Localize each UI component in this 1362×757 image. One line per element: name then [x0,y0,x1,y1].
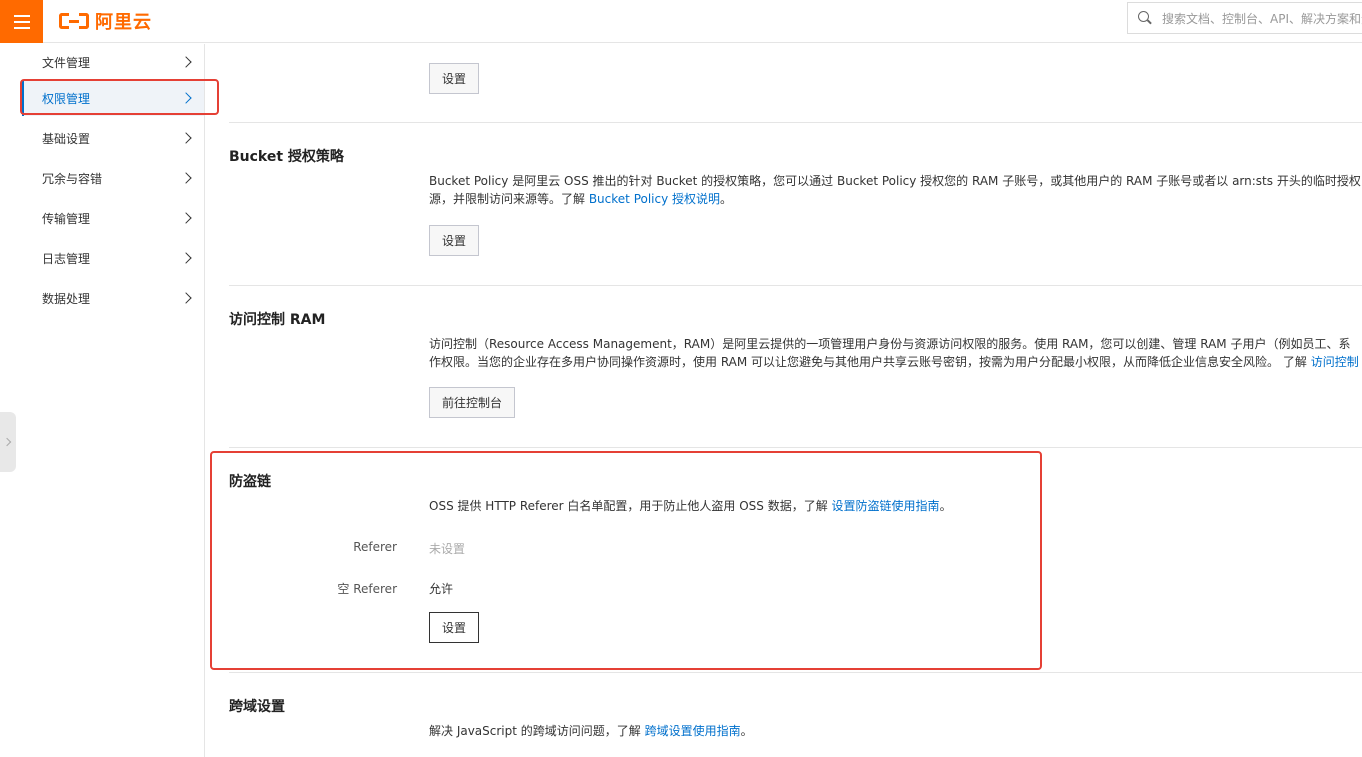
section-ram: 访问控制 RAM 访问控制（Resource Access Management… [229,286,1362,447]
settings-button[interactable]: 设置 [429,63,479,94]
chevron-right-icon [180,56,192,68]
chevron-right-icon [180,292,192,304]
description-text: OSS 提供 HTTP Referer 白名单配置，用于防止他人盗用 OSS 数… [429,499,832,513]
section-description: Bucket Policy 是阿里云 OSS 推出的针对 Bucket 的授权策… [429,172,1362,208]
sidebar-item-label: 冗余与容错 [42,171,103,186]
sidebar-item-redundancy[interactable]: 冗余与容错 [22,160,204,196]
search-icon [1138,11,1152,25]
search-input[interactable]: 搜索文档、控制台、API、解决方案和资源 [1127,2,1362,34]
sidebar-item-permission-management[interactable]: 权限管理 [22,80,204,116]
section-description: 解决 JavaScript 的跨域访问问题，了解 跨域设置使用指南。 [429,722,1362,740]
empty-referer-label: 空 Referer [337,582,397,596]
go-to-console-button[interactable]: 前往控制台 [429,387,515,418]
chevron-right-icon [2,437,11,447]
main-content: 设置 Bucket 授权策略 Bucket Policy 是阿里云 OSS 推出… [205,44,1362,757]
section-cors: 跨域设置 解决 JavaScript 的跨域访问问题，了解 跨域设置使用指南。 [229,673,1362,757]
description-text: 解决 JavaScript 的跨域访问问题，了解 [429,724,645,738]
chevron-right-icon [180,212,192,224]
hotlink-settings-button[interactable]: 设置 [429,612,479,643]
hotlink-doc-link[interactable]: 设置防盗链使用指南 [832,499,940,513]
sidebar-item-label: 权限管理 [42,91,91,106]
chevron-right-icon [180,92,192,104]
sidebar-item-data-processing[interactable]: 数据处理 [22,280,204,316]
chevron-right-icon [180,172,192,184]
section-description: OSS 提供 HTTP Referer 白名单配置，用于防止他人盗用 OSS 数… [429,497,1362,515]
section-description: 访问控制（Resource Access Management，RAM）是阿里云… [429,335,1362,371]
sidebar-item-label: 基础设置 [42,131,91,146]
description-line: 源，并限制访问来源等。了解 Bucket Policy 授权说明。 [429,190,1362,208]
section-title: 防盗链 [229,474,271,490]
bucket-policy-settings-button[interactable]: 设置 [429,225,479,256]
sidebar-item-label: 传输管理 [42,211,91,226]
top-bar: 阿里云 搜索文档、控制台、API、解决方案和资源 [0,0,1362,43]
section-title: 访问控制 RAM [229,312,326,328]
sidebar-item-label: 日志管理 [42,251,91,266]
sidebar-item-log-management[interactable]: 日志管理 [22,240,204,276]
description-text: 作权限。当您的企业存在多用户协同操作资源时，使用 RAM 可以让您避免与其他用户… [429,355,1311,369]
section-bucket-policy: Bucket 授权策略 Bucket Policy 是阿里云 OSS 推出的针对… [229,123,1362,285]
referer-value: 未设置 [429,542,466,556]
chevron-right-icon [180,132,192,144]
description-text: 。 [740,724,753,738]
description-text: 源，并限制访问来源等。了解 [429,192,589,206]
aliyun-logo[interactable]: 阿里云 [59,9,152,33]
description-text: 。 [720,192,733,206]
bucket-policy-doc-link[interactable]: Bucket Policy 授权说明 [589,192,720,206]
ram-doc-link[interactable]: 访问控制 [1311,355,1359,369]
sidebar-item-label: 数据处理 [42,291,91,306]
description-text: 。 [939,499,952,513]
section-title: Bucket 授权策略 [229,149,344,165]
aliyun-logo-icon [59,13,89,29]
description-line: Bucket Policy 是阿里云 OSS 推出的针对 Bucket 的授权策… [429,174,1361,188]
search-placeholder: 搜索文档、控制台、API、解决方案和资源 [1162,11,1362,26]
sidebar-item-label: 文件管理 [42,55,91,70]
section-hotlink-protection: 防盗链 OSS 提供 HTTP Referer 白名单配置，用于防止他人盗用 O… [229,448,1362,672]
sidebar-item-basic-settings[interactable]: 基础设置 [22,120,204,156]
sidebar: 文件管理 权限管理 基础设置 冗余与容错 传输管理 日志管理 数据处理 [0,44,205,757]
section-title: 跨域设置 [229,699,285,715]
description-line: 访问控制（Resource Access Management，RAM）是阿里云… [429,337,1351,351]
cors-doc-link[interactable]: 跨域设置使用指南 [645,724,741,738]
description-line: 作权限。当您的企业存在多用户协同操作资源时，使用 RAM 可以让您避免与其他用户… [429,353,1362,371]
sidebar-item-file-management[interactable]: 文件管理 [22,44,204,80]
section-top-partial: 设置 [229,44,1362,122]
logo-text: 阿里云 [95,12,152,33]
hamburger-menu-icon[interactable] [0,0,43,43]
empty-referer-value: 允许 [429,582,454,596]
sidebar-item-transfer-management[interactable]: 传输管理 [22,200,204,236]
sidebar-collapse-handle[interactable] [0,412,16,472]
referer-label: Referer [353,540,397,554]
chevron-right-icon [180,252,192,264]
